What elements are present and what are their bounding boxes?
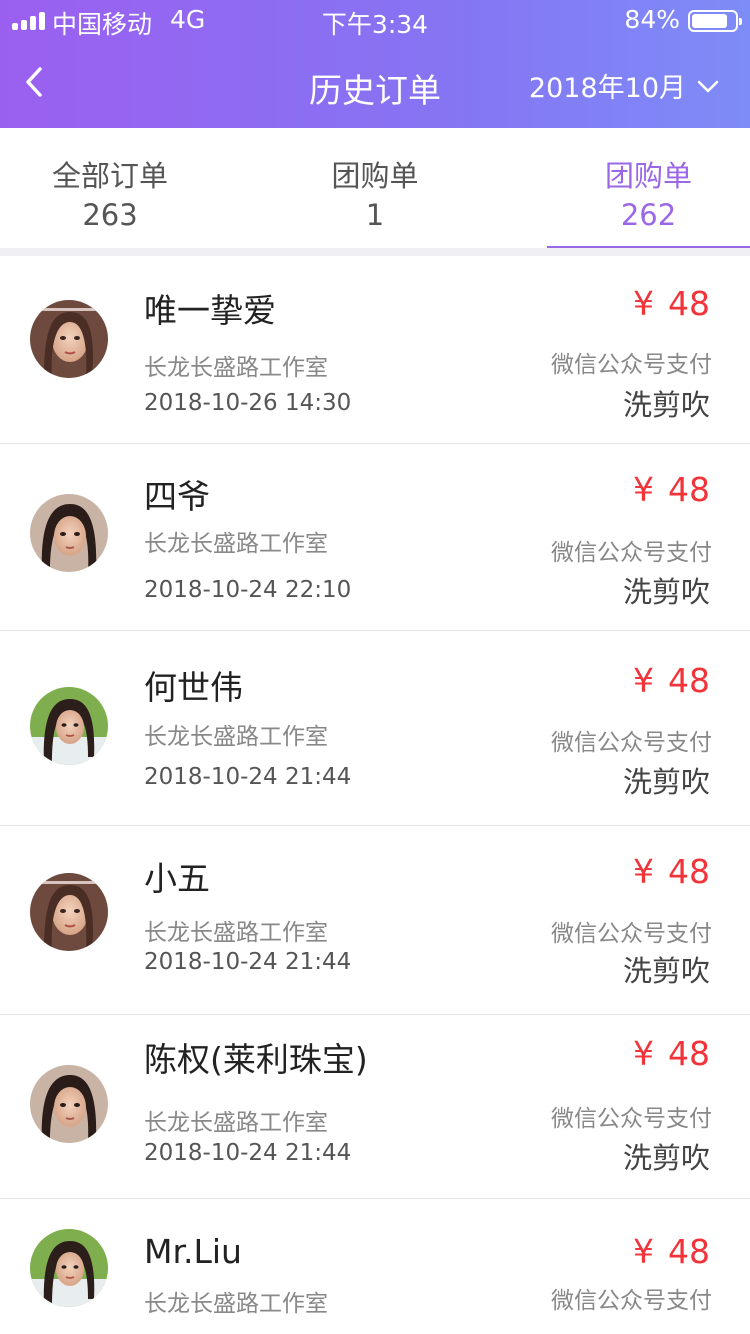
order-price: ¥48 <box>633 1034 710 1073</box>
order-row[interactable]: 陈权(莱利珠宝) 长龙长盛路工作室 2018-10-24 21:44 ¥48 微… <box>0 1015 750 1199</box>
service-name: 洗剪吹 <box>622 575 710 609</box>
avatar <box>30 687 108 765</box>
order-time: 2018-10-26 14:30 <box>144 390 352 416</box>
customer-name: 唯一挚爱 <box>144 291 276 330</box>
currency-symbol: ¥ <box>633 852 654 891</box>
payment-method: 微信公众号支付 <box>551 921 712 947</box>
order-time: 2018-10-24 21:44 <box>144 1140 352 1166</box>
battery-percentage: 84% <box>624 5 680 34</box>
tab-group-orders-2[interactable]: 团购单 262 <box>547 128 750 248</box>
order-row[interactable]: 四爷 长龙长盛路工作室 2018-10-24 22:10 ¥48 微信公众号支付… <box>0 444 750 631</box>
tab-label: 团购单 <box>331 159 419 193</box>
status-bar: 中国移动 4G 下午3:34 84% <box>0 0 750 40</box>
service-name: 洗剪吹 <box>622 1141 710 1175</box>
service-name: 洗剪吹 <box>622 388 710 422</box>
tab-group-orders[interactable]: 团购单 1 <box>285 128 465 248</box>
payment-method: 微信公众号支付 <box>551 1288 712 1314</box>
store-name: 长龙长盛路工作室 <box>144 920 328 946</box>
month-picker[interactable]: 2018年10月 <box>529 66 720 105</box>
order-price: ¥48 <box>633 852 710 891</box>
price-amount: 48 <box>668 661 710 700</box>
payment-method: 微信公众号支付 <box>551 730 712 756</box>
order-row[interactable]: 何世伟 长龙长盛路工作室 2018-10-24 21:44 ¥48 微信公众号支… <box>0 631 750 826</box>
customer-name: Mr.Liu <box>144 1232 242 1271</box>
service-name: 洗剪吹 <box>622 954 710 988</box>
store-name: 长龙长盛路工作室 <box>144 531 328 557</box>
payment-method: 微信公众号支付 <box>551 352 712 378</box>
currency-symbol: ¥ <box>633 1232 654 1271</box>
tab-label: 全部订单 <box>51 159 168 193</box>
avatar <box>30 1229 108 1307</box>
tab-all-orders[interactable]: 全部订单 263 <box>20 128 200 248</box>
tab-label: 团购单 <box>604 159 692 193</box>
service-name: 洗剪吹 <box>622 765 710 799</box>
avatar <box>30 873 108 951</box>
order-row[interactable]: 唯一挚爱 长龙长盛路工作室 2018-10-26 14:30 ¥48 微信公众号… <box>0 256 750 444</box>
price-amount: 48 <box>668 852 710 891</box>
customer-name: 小五 <box>144 859 210 898</box>
store-name: 长龙长盛路工作室 <box>144 724 328 750</box>
avatar <box>30 300 108 378</box>
price-amount: 48 <box>668 470 710 509</box>
order-time: 2018-10-24 22:10 <box>144 577 352 603</box>
customer-name: 何世伟 <box>144 668 243 707</box>
month-label: 2018年10月 <box>528 73 686 104</box>
tab-count: 263 <box>82 198 138 232</box>
price-amount: 48 <box>668 1232 710 1271</box>
order-row[interactable]: 小五 长龙长盛路工作室 2018-10-24 21:44 ¥48 微信公众号支付… <box>0 826 750 1015</box>
avatar <box>30 1065 108 1143</box>
store-name: 长龙长盛路工作室 <box>144 1291 328 1317</box>
store-name: 长龙长盛路工作室 <box>144 1110 328 1136</box>
order-price: ¥48 <box>633 284 710 323</box>
order-time: 2018-10-24 21:44 <box>144 949 352 975</box>
payment-method: 微信公众号支付 <box>551 540 712 566</box>
customer-name: 四爷 <box>144 477 210 516</box>
customer-name: 陈权(莱利珠宝) <box>144 1040 368 1079</box>
order-type-tabs: 全部订单 263 团购单 1 团购单 262 <box>0 128 750 248</box>
currency-symbol: ¥ <box>633 470 654 509</box>
currency-symbol: ¥ <box>633 1034 654 1073</box>
chevron-down-icon <box>697 80 719 92</box>
price-amount: 48 <box>668 284 710 323</box>
tab-count: 262 <box>620 198 677 232</box>
price-amount: 48 <box>668 1034 710 1073</box>
currency-symbol: ¥ <box>633 661 654 700</box>
section-divider <box>0 248 750 256</box>
order-price: ¥48 <box>633 661 710 700</box>
tab-count: 1 <box>365 198 385 232</box>
order-time: 2018-10-24 21:44 <box>144 764 352 790</box>
currency-symbol: ¥ <box>633 284 654 323</box>
app-header: 中国移动 4G 下午3:34 84% 历史订单 2018年10月 <box>0 0 750 128</box>
avatar <box>30 494 108 572</box>
order-row[interactable]: Mr.Liu 长龙长盛路工作室 ¥48 微信公众号支付 <box>0 1199 750 1334</box>
payment-method: 微信公众号支付 <box>551 1106 712 1132</box>
store-name: 长龙长盛路工作室 <box>144 355 328 381</box>
order-price: ¥48 <box>633 470 710 509</box>
order-price: ¥48 <box>633 1232 710 1271</box>
battery-icon <box>688 10 742 32</box>
